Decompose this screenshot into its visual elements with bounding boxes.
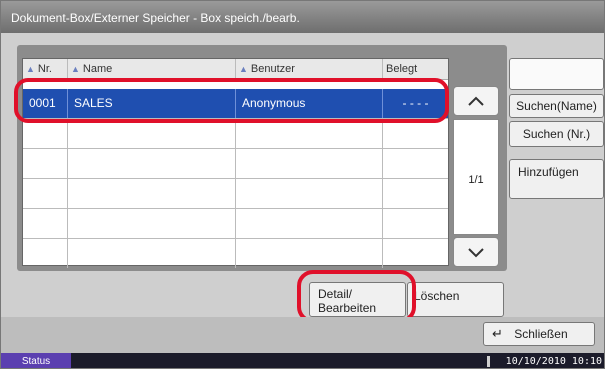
- status-datetime: 10/10/2010 10:10: [505, 356, 602, 367]
- column-header-nr[interactable]: ▲ Nr.: [23, 59, 68, 79]
- cell-name: [68, 119, 236, 148]
- add-button[interactable]: Hinzufügen: [509, 159, 604, 199]
- cell-user: [236, 119, 383, 148]
- sort-triangle-icon: ▲: [26, 64, 35, 74]
- network-indicator-icon: [487, 356, 490, 367]
- cell-used: [383, 179, 448, 208]
- cell-used: [383, 209, 448, 238]
- column-header-used[interactable]: Belegt: [383, 59, 448, 79]
- sort-triangle-icon: ▲: [239, 64, 248, 74]
- enter-arrow-icon: ↵: [492, 326, 503, 341]
- search-name-button[interactable]: Suchen(Name): [509, 94, 604, 118]
- table-row[interactable]: [23, 149, 448, 179]
- table-row[interactable]: [23, 209, 448, 239]
- chevron-up-icon: [468, 96, 484, 106]
- table-row[interactable]: [23, 179, 448, 209]
- page-indicator: 1/1: [453, 119, 499, 235]
- cell-nr: [23, 239, 68, 268]
- sort-triangle-icon: ▲: [71, 64, 80, 74]
- cell-nr: [23, 119, 68, 148]
- detail-button-highlight: [297, 270, 416, 323]
- scroll-up-button[interactable]: [453, 86, 499, 116]
- cell-used: [383, 239, 448, 268]
- cell-user: [236, 149, 383, 178]
- scroll-down-button[interactable]: [453, 237, 499, 267]
- cell-user: [236, 209, 383, 238]
- search-display-field: [509, 58, 604, 90]
- table-row[interactable]: [23, 119, 448, 149]
- chevron-down-icon: [468, 248, 484, 258]
- page-number: 1/1: [468, 174, 484, 186]
- cell-name: [68, 179, 236, 208]
- close-button[interactable]: ↵ Schließen: [483, 322, 595, 346]
- column-header-user[interactable]: ▲ Benutzer: [236, 59, 383, 79]
- cell-used: [383, 149, 448, 178]
- cell-user: [236, 239, 383, 268]
- cell-user: [236, 179, 383, 208]
- window-title: Dokument-Box/Externer Speicher - Box spe…: [1, 1, 604, 33]
- cell-name: [68, 239, 236, 268]
- cell-nr: [23, 179, 68, 208]
- table-row[interactable]: [23, 239, 448, 269]
- cell-nr: [23, 209, 68, 238]
- cell-name: [68, 209, 236, 238]
- close-button-label: Schließen: [514, 327, 568, 341]
- column-header-name[interactable]: ▲ Name: [68, 59, 236, 79]
- screen: Dokument-Box/Externer Speicher - Box spe…: [0, 0, 605, 369]
- cell-used: [383, 119, 448, 148]
- table-header: ▲ Nr. ▲ Name ▲ Benutzer Belegt: [23, 59, 448, 80]
- search-nr-button[interactable]: Suchen (Nr.): [509, 121, 604, 147]
- cell-name: [68, 149, 236, 178]
- cell-nr: [23, 149, 68, 178]
- selected-row-highlight: [14, 78, 449, 123]
- status-bar: Status 10/10/2010 10:10: [1, 353, 604, 368]
- footer-bar: ↵ Schließen: [1, 317, 604, 353]
- status-button[interactable]: Status: [1, 353, 71, 368]
- delete-button[interactable]: Löschen: [407, 282, 504, 317]
